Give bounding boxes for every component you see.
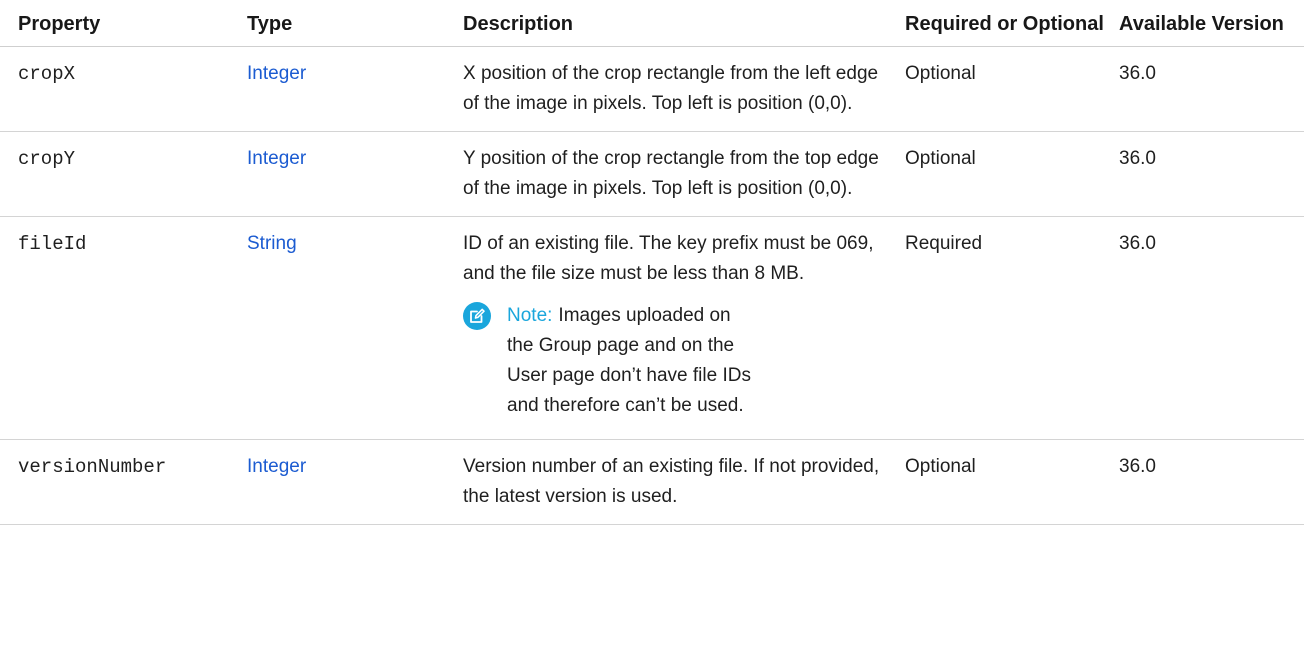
header-property: Property [18,13,101,35]
version-value: 36.0 [1119,233,1156,254]
required-value: Required [905,233,983,254]
version-value: 36.0 [1119,63,1156,84]
note-label: Note: [507,305,553,326]
header-available-version: Available Version [1119,13,1284,35]
header-required-or-optional: Required or Optional [905,13,1104,35]
type-link[interactable]: Integer [247,148,306,169]
version-value: 36.0 [1119,148,1156,169]
property-description: Y position of the crop rectangle from th… [463,148,879,199]
table-row: versionNumber Integer Version number of … [0,440,1304,525]
table-header-row: Property Type Description Required or Op… [0,0,1304,47]
required-value: Optional [905,63,976,84]
property-name: versionNumber [18,456,167,478]
property-name: cropX [18,63,76,85]
table-row: fileId String ID of an existing file. Th… [0,217,1304,440]
property-description: X position of the crop rectangle from th… [463,63,879,114]
header-type: Type [247,13,293,35]
edit-note-icon [463,302,491,330]
type-link[interactable]: String [247,233,297,254]
header-description: Description [463,13,574,35]
property-description: Version number of an existing file. If n… [463,456,880,507]
version-value: 36.0 [1119,456,1156,477]
table-row: cropY Integer Y position of the crop rec… [0,132,1304,217]
note-callout: Note: Images uploaded on the Group page a… [463,301,899,421]
type-link[interactable]: Integer [247,456,306,477]
required-value: Optional [905,456,976,477]
property-name: cropY [18,148,76,170]
property-description: ID of an existing file. The key prefix m… [463,233,874,284]
property-table: Property Type Description Required or Op… [0,0,1304,525]
required-value: Optional [905,148,976,169]
property-name: fileId [18,233,87,255]
table-row: cropX Integer X position of the crop rec… [0,47,1304,132]
type-link[interactable]: Integer [247,63,306,84]
